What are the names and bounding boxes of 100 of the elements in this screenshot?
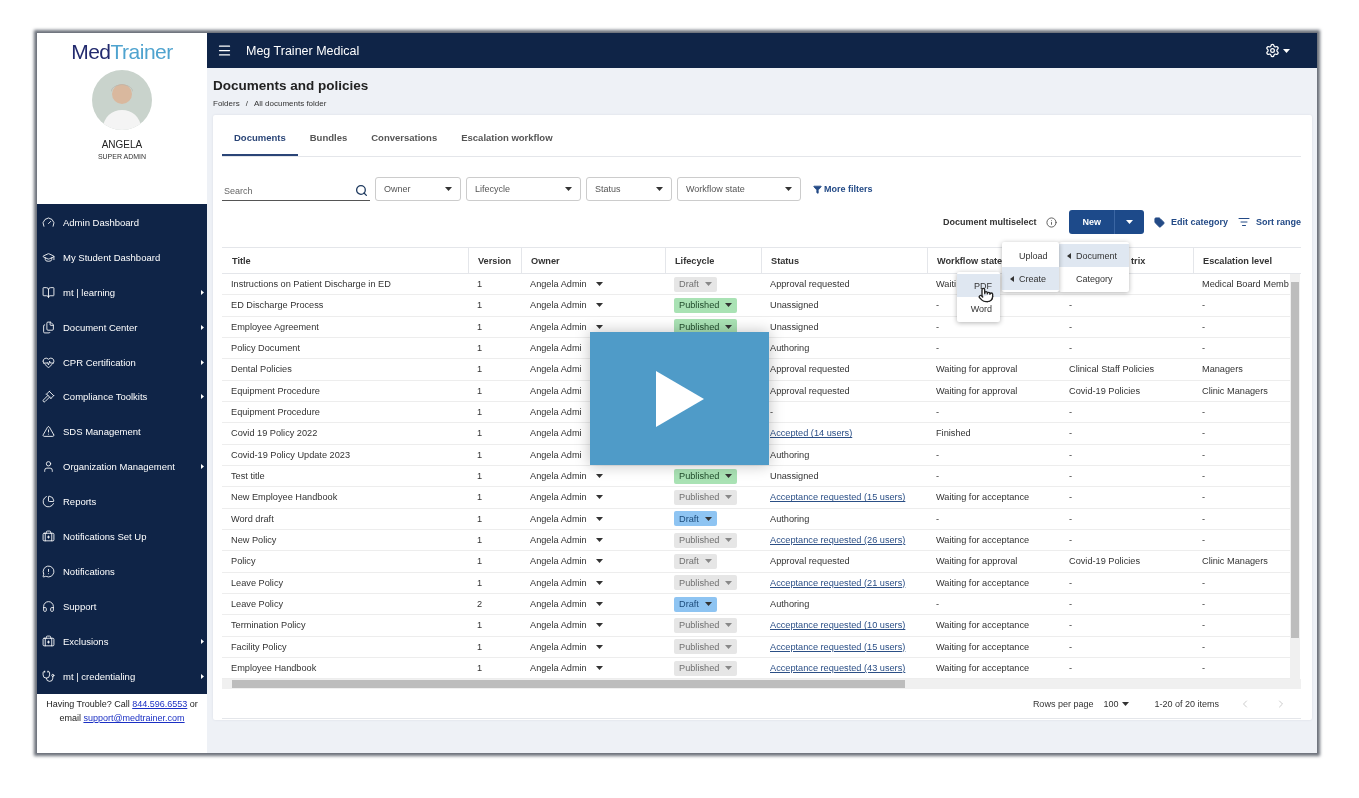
owner-name[interactable]: Angela Admin: [530, 279, 587, 290]
owner-name[interactable]: Angela Admi: [530, 385, 582, 396]
filter-dropdown[interactable]: Lifecycle: [466, 177, 581, 201]
more-filters-link[interactable]: More filters: [813, 184, 873, 194]
sidebar-item[interactable]: Notifications Set Up: [37, 519, 207, 554]
owner-name[interactable]: Angela Admin: [530, 556, 587, 567]
new-button[interactable]: New: [1069, 210, 1115, 234]
filter-dropdown[interactable]: Workflow state: [677, 177, 801, 201]
sidebar-item[interactable]: Document Center: [37, 309, 207, 345]
settings-icon[interactable]: [1265, 43, 1280, 58]
menu-item[interactable]: Document: [1059, 244, 1129, 267]
lifecycle-badge[interactable]: Published: [674, 298, 738, 313]
filter-dropdown[interactable]: Owner: [375, 177, 461, 201]
status-link[interactable]: Acceptance requested (26 users): [770, 535, 906, 546]
message-alert-icon: [42, 564, 55, 578]
caret-icon: [1122, 701, 1130, 706]
sidebar-item[interactable]: Admin Dashboard: [37, 205, 207, 240]
edit-category-button[interactable]: Edit category: [1153, 216, 1228, 228]
phone-link[interactable]: 844.596.6553: [132, 699, 188, 709]
owner-name[interactable]: Angela Admin: [530, 535, 587, 546]
status-link[interactable]: Acceptance requested (21 users): [770, 577, 906, 588]
table-cell: -: [1202, 513, 1206, 524]
owner-name[interactable]: Angela Admi: [530, 364, 582, 375]
menu-item[interactable]: Upload: [1002, 244, 1059, 267]
owner-name[interactable]: Angela Admin: [530, 641, 587, 652]
owner-name[interactable]: Angela Admin: [530, 513, 587, 524]
table-cell: -: [1069, 663, 1073, 674]
sidebar-item[interactable]: Notifications: [37, 553, 207, 589]
menu-item[interactable]: PDF: [957, 274, 1000, 297]
tab[interactable]: Escalation workflow: [449, 132, 565, 156]
medical-case-icon: [42, 529, 55, 543]
table-cell: New Policy: [231, 535, 277, 546]
sidebar-item[interactable]: Organization Management: [37, 449, 207, 485]
sidebar-item[interactable]: Reports: [37, 484, 207, 519]
owner-name[interactable]: Angela Admi: [530, 449, 582, 460]
owner-name[interactable]: Angela Admi: [530, 343, 582, 354]
breadcrumb-item[interactable]: All documents folder: [253, 99, 327, 108]
owner-name[interactable]: Angela Admin: [530, 492, 587, 503]
owner-name[interactable]: Angela Admi: [530, 407, 582, 418]
column-header[interactable]: Lifecycle: [675, 255, 715, 266]
status-link[interactable]: Acceptance requested (15 users): [770, 641, 906, 652]
vertical-scrollbar[interactable]: [1290, 274, 1300, 679]
status-link[interactable]: Accepted (14 users): [770, 428, 853, 439]
search-icon[interactable]: [355, 184, 368, 197]
owner-name[interactable]: Angela Admin: [530, 577, 587, 588]
menu-item[interactable]: Category: [1059, 267, 1129, 290]
info-icon[interactable]: [1046, 216, 1058, 228]
tab[interactable]: Documents: [222, 132, 298, 156]
tab[interactable]: Conversations: [359, 132, 450, 156]
owner-name[interactable]: Angela Admin: [530, 321, 587, 332]
menu-item[interactable]: Word: [957, 297, 1000, 320]
owner-name[interactable]: Angela Admin: [530, 300, 587, 311]
owner-name[interactable]: Angela Admin: [530, 663, 587, 674]
horizontal-scrollbar[interactable]: [222, 679, 1301, 689]
column-header[interactable]: trix: [1131, 255, 1146, 266]
caret-icon: [595, 324, 603, 329]
menu-item[interactable]: Create: [1002, 267, 1059, 290]
table-cell: -: [1202, 449, 1206, 460]
sidebar-item[interactable]: CPR Certification: [37, 344, 207, 380]
sidebar-item[interactable]: mt | learning: [37, 274, 207, 310]
sidebar-item[interactable]: Compliance Toolkits: [37, 379, 207, 415]
table-cell: -: [936, 343, 940, 354]
breadcrumb-item[interactable]: Folders: [213, 99, 240, 108]
lifecycle-badge[interactable]: Draft: [674, 511, 717, 527]
search-field[interactable]: Search: [222, 181, 370, 201]
column-header[interactable]: Escalation level: [1203, 255, 1272, 266]
sidebar-item[interactable]: My Student Dashboard: [37, 239, 207, 275]
column-header[interactable]: Title: [232, 255, 251, 266]
lifecycle-badge[interactable]: Draft: [674, 596, 717, 612]
table-cell: Authoring: [770, 599, 810, 610]
status-link[interactable]: Acceptance requested (43 users): [770, 663, 906, 674]
status-link[interactable]: Acceptance requested (10 users): [770, 620, 906, 631]
sidebar-item[interactable]: Support: [37, 588, 207, 624]
caret-icon: [595, 495, 603, 500]
menu-icon[interactable]: [217, 43, 232, 58]
sidebar-item[interactable]: mt | credentialing: [37, 658, 207, 694]
tab[interactable]: Bundles: [297, 132, 360, 156]
graduation-cap-icon: [42, 250, 55, 264]
lifecycle-badge[interactable]: Published: [674, 468, 738, 484]
rows-per-page-select[interactable]: 100: [1103, 698, 1130, 709]
column-header[interactable]: Workflow state: [937, 255, 1003, 266]
sidebar-item[interactable]: SDS Management: [37, 414, 207, 450]
owner-name[interactable]: Angela Admin: [530, 620, 587, 631]
column-header[interactable]: Status: [771, 255, 800, 266]
column-header[interactable]: Version: [478, 255, 512, 266]
video-play-overlay[interactable]: [590, 332, 769, 465]
table-cell: -: [936, 321, 940, 332]
owner-name[interactable]: Angela Admin: [530, 599, 587, 610]
table-cell: Leave Policy: [231, 577, 284, 588]
column-header[interactable]: Owner: [531, 255, 560, 266]
sidebar-item[interactable]: Exclusions: [37, 623, 207, 659]
table-cell: Unassigned: [770, 321, 819, 332]
email-link[interactable]: support@medtrainer.com: [83, 713, 185, 723]
files-icon: [42, 320, 55, 334]
owner-name[interactable]: Angela Admi: [530, 428, 582, 439]
sort-range-button[interactable]: Sort range: [1238, 216, 1301, 228]
caret-icon: [725, 580, 733, 585]
filter-dropdown[interactable]: Status: [586, 177, 672, 201]
status-link[interactable]: Acceptance requested (15 users): [770, 492, 906, 503]
owner-name[interactable]: Angela Admin: [530, 471, 587, 482]
